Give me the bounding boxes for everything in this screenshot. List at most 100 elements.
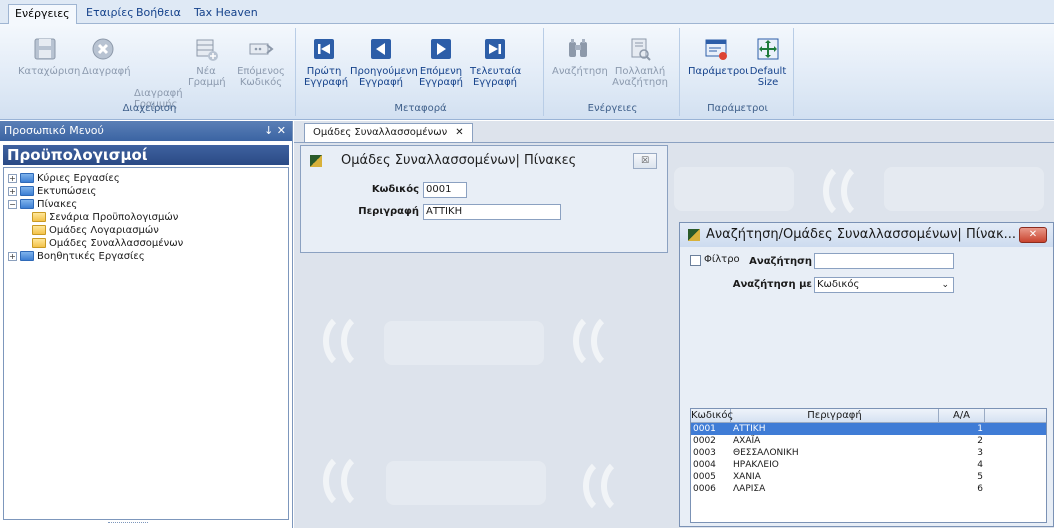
parameters-button[interactable]: Παράμετροι <box>688 36 749 77</box>
new-row-icon <box>196 39 218 61</box>
personal-menu-panel: Προσωπικό Μενού ↓ ✕ Προϋπολογισμοί + Κύρι… <box>0 121 293 528</box>
delete-row-icon <box>142 47 168 73</box>
ribbon-group-label: Μεταφορά <box>394 103 447 114</box>
binoculars-icon <box>569 39 587 57</box>
folder-icon <box>32 225 46 235</box>
code-label: Κωδικός <box>371 184 419 195</box>
folder-open-icon <box>20 199 34 209</box>
next-code-button[interactable]: Επόμενος Κωδικός <box>236 36 286 88</box>
filter-checkbox[interactable] <box>690 255 701 266</box>
tab-tax-heaven[interactable]: Tax Heaven <box>188 4 264 24</box>
column-header-aa[interactable]: Α/Α <box>939 409 985 423</box>
tree-node-prints[interactable]: + Εκτυπώσεις <box>8 185 288 198</box>
folder-icon <box>20 251 34 261</box>
folder-icon <box>20 173 34 183</box>
close-button[interactable]: ✕ <box>1019 227 1047 243</box>
workspace: Ομάδες Συναλλασσομένων ✕ Ομάδες Συναλλασσ… <box>294 121 1054 528</box>
panel-grip[interactable] <box>108 522 148 528</box>
table-row[interactable]: 0003 ΘΕΣΣΑΛΟΝΙΚΗ 3 <box>691 447 1046 459</box>
parameters-icon <box>705 39 727 60</box>
form-close-button[interactable]: ☒ <box>633 153 657 169</box>
save-icon <box>34 38 56 60</box>
next-code-icon <box>249 43 274 55</box>
first-record-icon <box>314 39 334 59</box>
new-row-button[interactable]: Νέα Γραμμή <box>188 36 226 88</box>
close-icon[interactable]: ✕ <box>455 127 463 138</box>
column-header-code[interactable]: Κωδικός <box>691 409 733 423</box>
save-button[interactable]: Καταχώριση <box>18 36 80 77</box>
folder-icon <box>32 212 46 222</box>
app-icon <box>688 229 700 241</box>
tab-label: Ομάδες Συναλλασσομένων <box>313 127 448 138</box>
search-by-select[interactable]: Κωδικός ⌄ <box>814 277 954 293</box>
tree-node-auxiliary-tasks[interactable]: + Βοηθητικές Εργασίες <box>8 250 288 263</box>
tree-node-tables[interactable]: − Πίνακες <box>8 198 288 211</box>
description-field[interactable]: ΑΤΤΙΚΗ <box>423 204 561 220</box>
tree-node-budget-scenarios[interactable]: Σενάρια Προϋπολογισμών <box>8 211 288 224</box>
grid-header: Κωδικός Περιγραφή Α/Α <box>691 409 1046 423</box>
search-by-label: Αναζήτηση με <box>732 279 812 290</box>
ribbon: Καταχώριση Διαγραφή Διαγραφή Γραμμής Νέα… <box>0 24 1054 120</box>
results-grid: Κωδικός Περιγραφή Α/Α 0001 ΑΤΤΙΚΗ 1 0002… <box>690 408 1047 523</box>
table-row[interactable]: 0002 ΑΧΑΪΑ 2 <box>691 435 1046 447</box>
tab-trader-groups[interactable]: Ομάδες Συναλλασσομένων ✕ <box>304 123 473 143</box>
ribbon-group-label: Παράμετροι <box>707 103 768 114</box>
tree-node-main-tasks[interactable]: + Κύριες Εργασίες <box>8 172 288 185</box>
multi-search-icon <box>631 38 651 61</box>
tree-node-account-groups[interactable]: Ομάδες Λογαριασμών <box>8 224 288 237</box>
trader-groups-form: Ομάδες Συναλλασσομένων| Πίνακες ☒ Κωδικό… <box>300 145 668 253</box>
tab-help[interactable]: Βοήθεια <box>130 4 187 24</box>
search-dialog: Αναζήτηση/Ομάδες Συναλλασσομένων| Πίνακ.… <box>679 222 1054 527</box>
search-input[interactable] <box>814 253 954 269</box>
column-header-description[interactable]: Περιγραφή <box>731 409 939 423</box>
code-field[interactable]: 0001 <box>423 182 467 198</box>
table-row[interactable]: 0001 ΑΤΤΙΚΗ 1 <box>691 423 1046 435</box>
collapse-icon[interactable]: − <box>8 199 17 209</box>
default-size-button[interactable]: Default Size <box>748 36 788 88</box>
menu-bar: Ενέργειες Εταιρίες Βοήθεια Tax Heaven <box>0 0 1054 24</box>
ribbon-group-actions: Αναζήτηση Πολλαπλή Αναζήτηση Ενέργειες <box>546 28 680 116</box>
ribbon-group-management: Καταχώριση Διαγραφή Διαγραφή Γραμμής Νέα… <box>4 28 296 116</box>
chevron-down-icon: ⌄ <box>941 280 949 290</box>
last-record-button[interactable]: Τελευταία Εγγραφή <box>470 36 521 88</box>
folder-icon <box>32 238 46 248</box>
next-record-button[interactable]: Επόμενη Εγγραφή <box>418 36 464 88</box>
delete-button[interactable]: Διαγραφή <box>82 36 131 77</box>
expand-icon[interactable]: + <box>8 173 17 183</box>
app-icon <box>310 155 322 167</box>
ribbon-group-navigation: Πρώτη Εγγραφή Προηγούμενη Εγγραφή Επόμεν… <box>298 28 544 116</box>
description-label: Περιγραφή <box>358 206 419 217</box>
ribbon-group-label: Διαχείριση <box>122 103 177 114</box>
tab-divider <box>294 142 1054 143</box>
tree-node-trader-groups[interactable]: Ομάδες Συναλλασσομένων <box>8 237 288 250</box>
search-button[interactable]: Αναζήτηση <box>552 36 608 77</box>
search-dialog-title: Αναζήτηση/Ομάδες Συναλλασσομένων| Πίνακ.… <box>706 227 1017 242</box>
ribbon-group-label: Ενέργειες <box>587 103 638 114</box>
table-row[interactable]: 0006 ΛΑΡΙΣΑ 6 <box>691 483 1046 495</box>
expand-icon[interactable]: + <box>8 186 17 196</box>
table-row[interactable]: 0005 ΧΑΝΙΑ 5 <box>691 471 1046 483</box>
expand-icon[interactable]: + <box>8 251 17 261</box>
menu-tree: + Κύριες Εργασίες + Εκτυπώσεις − Πίνακες Σε… <box>3 167 289 520</box>
ribbon-group-parameters: Παράμετροι Default Size Παράμετροι <box>682 28 794 116</box>
previous-record-button[interactable]: Προηγούμενη Εγγραφή <box>350 36 418 88</box>
grid-body: 0001 ΑΤΤΙΚΗ 1 0002 ΑΧΑΪΑ 2 0003 ΘΕΣΣΑΛΟΝ… <box>691 423 1046 495</box>
filter-label: Φίλτρο <box>704 254 740 265</box>
tab-actions[interactable]: Ενέργειες <box>8 4 77 24</box>
previous-record-icon <box>371 39 391 59</box>
personal-menu-header: Προσωπικό Μενού ↓ ✕ <box>0 121 292 141</box>
last-record-icon <box>485 39 505 59</box>
pin-close-icons[interactable]: ↓ ✕ <box>264 121 286 141</box>
personal-menu-header-label: Προσωπικό Μενού <box>4 124 104 137</box>
delete-icon <box>92 38 114 60</box>
table-row[interactable]: 0004 ΗΡΑΚΛΕΙΟ 4 <box>691 459 1046 471</box>
form-title: Ομάδες Συναλλασσομένων| Πίνακες <box>341 153 577 168</box>
folder-icon <box>20 186 34 196</box>
search-label: Αναζήτηση <box>749 256 812 267</box>
search-dialog-titlebar[interactable]: Αναζήτηση/Ομάδες Συναλλασσομένων| Πίνακ.… <box>680 223 1053 247</box>
next-record-icon <box>431 39 451 59</box>
first-record-button[interactable]: Πρώτη Εγγραφή <box>304 36 348 88</box>
multi-search-button[interactable]: Πολλαπλή Αναζήτηση <box>612 36 668 88</box>
default-size-icon <box>757 38 779 60</box>
module-title: Προϋπολογισμοί <box>3 145 289 165</box>
